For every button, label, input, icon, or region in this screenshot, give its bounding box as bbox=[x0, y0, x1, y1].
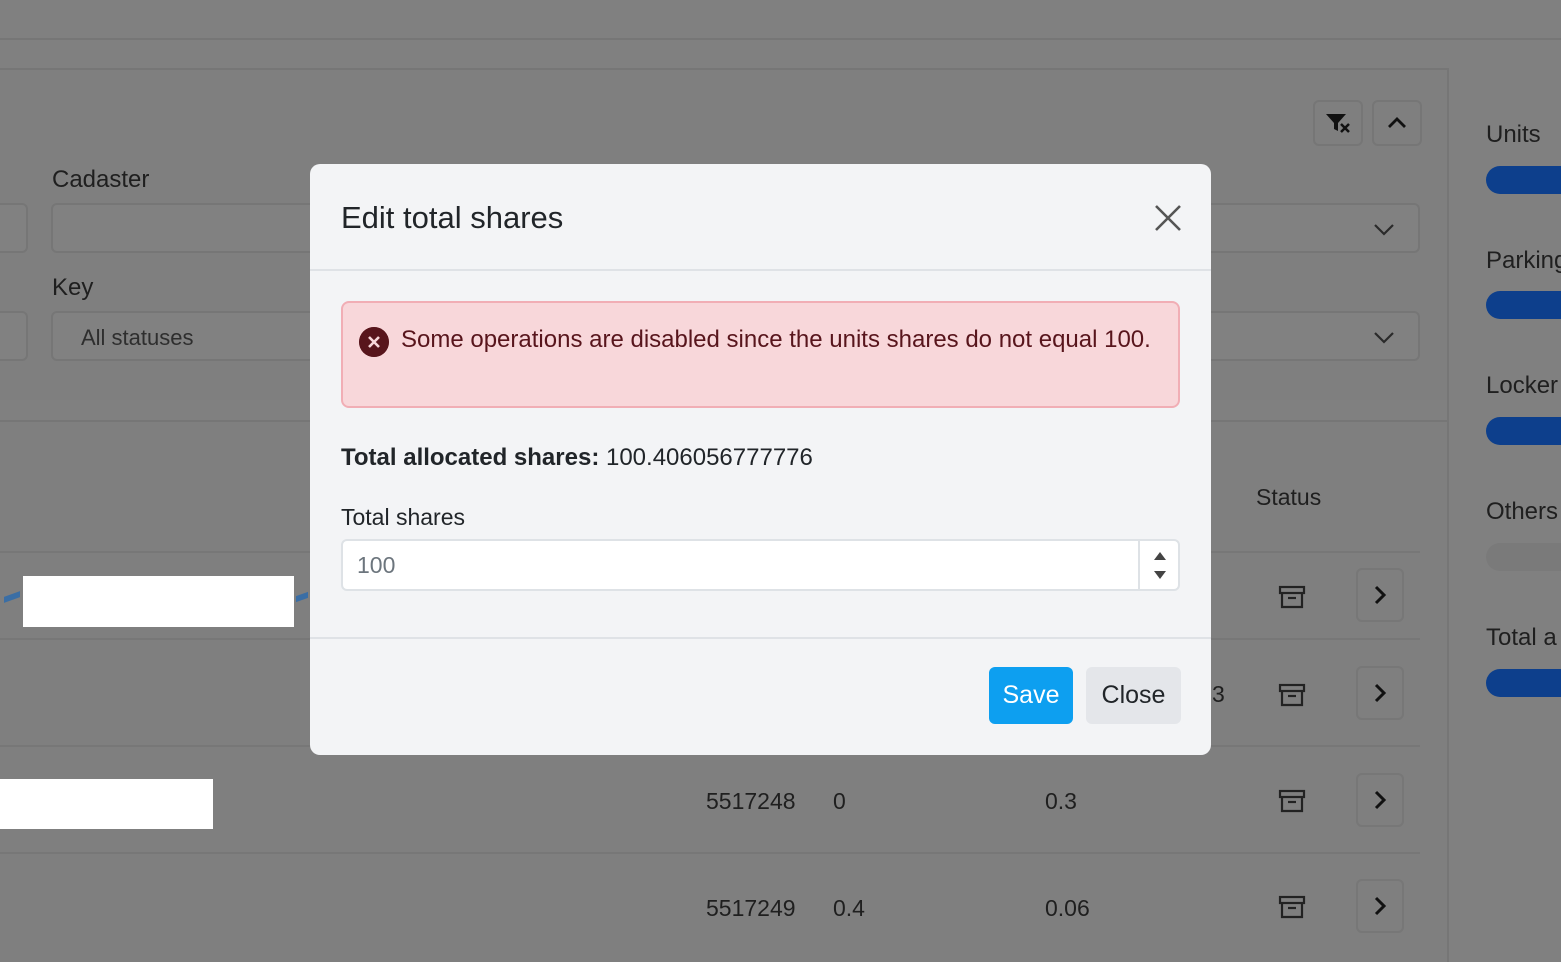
row-open-button[interactable] bbox=[1356, 666, 1404, 720]
close-icon[interactable] bbox=[1148, 198, 1188, 238]
table-cell: 0.06 bbox=[1045, 895, 1090, 921]
chevron-right-icon bbox=[1374, 585, 1387, 605]
chevron-down-icon bbox=[1374, 332, 1394, 344]
table-cell: 0.4 bbox=[833, 895, 865, 921]
cadaster-label: Cadaster bbox=[52, 166, 150, 193]
error-circle-icon bbox=[359, 327, 389, 357]
total-progress-bar bbox=[1486, 669, 1561, 697]
filter-clear-icon bbox=[1326, 114, 1350, 133]
archive-icon[interactable] bbox=[1278, 583, 1306, 611]
archive-icon[interactable] bbox=[1278, 893, 1306, 921]
row-open-button[interactable] bbox=[1356, 879, 1404, 933]
filter-select-right-1[interactable] bbox=[1200, 203, 1420, 253]
chevron-right-icon bbox=[1374, 896, 1387, 916]
filter-field-left-1[interactable] bbox=[0, 203, 28, 253]
collapse-button[interactable] bbox=[1372, 100, 1422, 146]
alert-message: Some operations are disabled since the u… bbox=[401, 326, 1151, 353]
key-select-value: All statuses bbox=[81, 325, 194, 350]
table-cell: 0.3 bbox=[1045, 788, 1077, 814]
table-row-divider bbox=[0, 852, 1420, 854]
others-progress-bar bbox=[1486, 543, 1561, 571]
edit-total-shares-modal: Edit total shares Some operations are di… bbox=[310, 164, 1211, 755]
sidebar-label-total: Total a bbox=[1486, 624, 1557, 651]
table-cell: 0 bbox=[833, 788, 846, 814]
sidebar-label-parking: Parking bbox=[1486, 247, 1561, 274]
total-shares-input[interactable] bbox=[341, 539, 1180, 591]
row-open-button[interactable] bbox=[1356, 568, 1404, 622]
chevron-right-icon bbox=[1374, 790, 1387, 810]
cadaster-input[interactable] bbox=[51, 203, 321, 253]
sidebar-label-units: Units bbox=[1486, 121, 1541, 148]
archive-icon[interactable] bbox=[1278, 787, 1306, 815]
chevron-down-icon bbox=[1374, 224, 1394, 236]
parking-progress-bar bbox=[1486, 291, 1561, 319]
row-open-button[interactable] bbox=[1356, 773, 1404, 827]
allocated-shares-label: Total allocated shares: bbox=[341, 444, 600, 471]
key-label: Key bbox=[52, 274, 94, 301]
table-cell: 5517249 bbox=[706, 895, 796, 921]
allocated-shares-line: Total allocated shares: 100.406056777776 bbox=[341, 444, 813, 472]
sidebar-divider bbox=[1447, 68, 1449, 952]
redacted-cell bbox=[23, 576, 294, 627]
archive-icon[interactable] bbox=[1278, 681, 1306, 709]
top-divider bbox=[0, 38, 1561, 40]
number-spinner-icon[interactable] bbox=[1138, 541, 1180, 589]
key-select[interactable]: All statuses bbox=[51, 311, 321, 361]
sidebar-label-others: Others bbox=[1486, 498, 1559, 525]
locker-progress-bar bbox=[1486, 417, 1561, 445]
modal-footer bbox=[310, 637, 1211, 755]
total-shares-label: Total shares bbox=[341, 504, 466, 530]
modal-title: Edit total shares bbox=[341, 200, 564, 235]
error-alert: Some operations are disabled since the u… bbox=[341, 301, 1180, 408]
status-column-header: Status bbox=[1256, 484, 1322, 510]
redacted-cell bbox=[0, 779, 213, 829]
close-button[interactable]: Close bbox=[1086, 667, 1181, 724]
filter-field-left-2[interactable] bbox=[0, 311, 28, 361]
chevron-right-icon bbox=[1374, 683, 1387, 703]
modal-header: Edit total shares bbox=[310, 164, 1211, 271]
clear-filters-button[interactable] bbox=[1313, 100, 1363, 146]
table-cell: 5517248 bbox=[706, 788, 796, 814]
sidebar-label-locker: Locker bbox=[1486, 372, 1559, 399]
filter-select-right-2[interactable] bbox=[1200, 311, 1420, 361]
allocated-shares-value: 100.406056777776 bbox=[605, 444, 813, 471]
chevron-up-icon bbox=[1388, 117, 1406, 128]
table-cell: 3 bbox=[1212, 681, 1225, 707]
units-progress-bar bbox=[1486, 166, 1561, 194]
save-button[interactable]: Save bbox=[989, 667, 1073, 724]
